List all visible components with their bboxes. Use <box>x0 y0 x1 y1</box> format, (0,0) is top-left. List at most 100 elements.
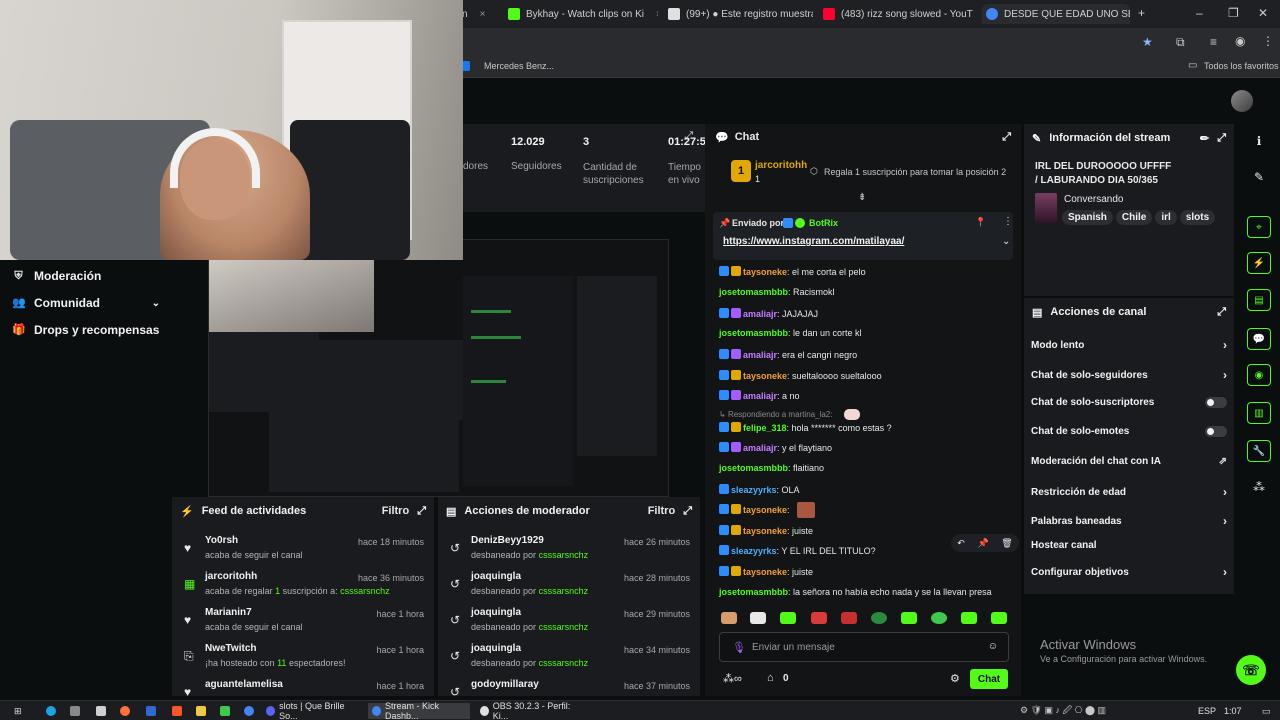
pencil-icon[interactable]: ✎ <box>1247 166 1271 188</box>
category-thumbnail[interactable] <box>1035 193 1057 223</box>
chat-username[interactable]: amaliajr <box>743 443 777 453</box>
broadcast-icon[interactable]: ◉ <box>1247 364 1271 386</box>
wrench-icon[interactable]: 🔧 <box>1247 440 1271 462</box>
username[interactable]: joaquingla <box>471 643 521 654</box>
list-item[interactable]: ♥ Yo0rsh acaba de seguir el canal hace 1… <box>172 535 434 571</box>
pin-icon[interactable]: 📍 <box>975 217 986 228</box>
restore-icon[interactable]: ❐ <box>1228 6 1239 20</box>
target-icon[interactable]: ⌖ <box>1247 216 1271 238</box>
list-item[interactable]: ♥ Marianin7 acaba de seguir el canal hac… <box>172 607 434 643</box>
chat-username[interactable]: sleazyyrks <box>731 546 777 556</box>
list-item[interactable]: ↺ joaquingla desbaneado por csssarsnchz … <box>438 643 700 679</box>
chat-message[interactable]: felipe_318: hola ******* como estas ? <box>719 422 892 433</box>
chat-message[interactable]: josetomasmbbb: flaitiano <box>719 463 824 473</box>
chat-username[interactable]: amaliajr <box>743 350 777 360</box>
media-icon[interactable]: ≡ <box>1210 35 1217 49</box>
chat-username[interactable]: taysoneke <box>743 267 787 277</box>
app-icon[interactable] <box>142 703 160 719</box>
chat-send-button[interactable]: Chat <box>970 669 1008 689</box>
moderator[interactable]: csssarsnchz <box>539 550 589 560</box>
list-item[interactable]: ⎘ NweTwitch ¡ha hosteado con 11 espectad… <box>172 643 434 679</box>
tag[interactable]: Chile <box>1115 210 1153 225</box>
delete-icon[interactable]: 🗑 <box>1001 538 1012 549</box>
chat-username[interactable]: felipe_318 <box>743 423 787 433</box>
host-channel-row[interactable]: Hostear canal <box>1031 540 1227 551</box>
document-icon[interactable]: ▤ <box>1247 289 1271 311</box>
help-button[interactable]: ☏ <box>1236 655 1266 685</box>
emote-icon[interactable] <box>721 612 737 624</box>
emote-icon[interactable] <box>931 612 947 624</box>
chat-icon[interactable]: 💬 <box>1247 328 1271 350</box>
emotes-only-toggle[interactable] <box>1205 426 1227 437</box>
list-item[interactable]: ↺ DenizBeyy1929 desbaneado por csssarsnc… <box>438 535 700 571</box>
browser-tab-active[interactable]: DESDE QUE EDAD UNO SE PU × <box>982 4 1130 24</box>
username[interactable]: joaquingla <box>471 607 521 618</box>
subscribers-only-toggle[interactable] <box>1205 397 1227 408</box>
emote-icon[interactable] <box>991 612 1007 624</box>
bolt-icon[interactable]: ⚡ <box>1247 252 1271 274</box>
chat-message[interactable]: taysoneke: sueltaloooo sueltalooo <box>719 370 882 381</box>
sidebar-item-drops[interactable]: 🎁 Drops y recompensas <box>12 323 159 337</box>
bookmark-item[interactable]: Mercedes Benz... <box>484 61 554 71</box>
followers-only-row[interactable]: Chat de solo-seguidores › <box>1031 368 1227 382</box>
browser-tab[interactable]: (99+) ● Este registro muestra × <box>668 4 813 24</box>
chat-username[interactable]: taysoneke <box>743 526 787 536</box>
top-gifter-name[interactable]: jarcoritohh <box>755 160 807 171</box>
username[interactable]: joaquingla <box>471 571 521 582</box>
username[interactable]: Marianin7 <box>205 607 252 618</box>
chat-message[interactable]: sleazyyrks: Y EL IRL DEL TITULO? <box>719 545 876 556</box>
goals-row[interactable]: Configurar objetivos › <box>1031 565 1227 579</box>
banned-words-row[interactable]: Palabras baneadas › <box>1031 514 1227 528</box>
close-icon[interactable]: × <box>656 9 658 20</box>
pinned-user[interactable]: BotRix <box>809 218 838 228</box>
firefox-icon[interactable] <box>116 703 134 719</box>
chat-message[interactable]: amaliajr: era el cangri negro <box>719 349 857 360</box>
app-icon[interactable] <box>216 703 234 719</box>
username[interactable]: DenizBeyy1929 <box>471 535 544 546</box>
new-tab-icon[interactable]: + <box>1138 6 1145 20</box>
list-item[interactable]: ▦ jarcoritohh acaba de regalar 1 suscrip… <box>172 571 434 607</box>
moderator[interactable]: csssarsnchz <box>539 586 589 596</box>
category-name[interactable]: Conversando <box>1064 194 1123 205</box>
server-icon[interactable]: ▥ <box>1247 402 1271 424</box>
edge-icon[interactable] <box>42 703 60 719</box>
users-icon[interactable]: ⁂∞ <box>723 672 742 685</box>
chat-input[interactable]: 🎙 Enviar un mensaje ☺ <box>719 632 1009 662</box>
chat-username[interactable]: josetomasmbbb <box>719 463 788 473</box>
emoji-icon[interactable]: ☺ <box>988 641 998 652</box>
list-item[interactable]: ↺ joaquingla desbaneado por csssarsnchz … <box>438 607 700 643</box>
chat-username[interactable]: amaliajr <box>743 309 777 319</box>
folder-icon[interactable] <box>192 703 210 719</box>
moderator[interactable]: csssarsnchz <box>539 622 589 632</box>
pinned-link[interactable]: https://www.instagram.com/matilayaa/ <box>723 236 904 247</box>
pin-icon[interactable]: 📌 <box>977 538 988 549</box>
slow-mode-row[interactable]: Modo lento › <box>1031 338 1227 352</box>
bookmark-all[interactable]: Todos los favoritos <box>1204 61 1279 71</box>
taskbar-app[interactable]: OBS 30.2.3 - Perfil: Ki... <box>476 701 580 720</box>
browser-tab[interactable]: (483) rizz song slowed - YouTu × <box>823 4 973 24</box>
reply-icon[interactable]: ↶ <box>957 538 965 549</box>
username[interactable]: NweTwitch <box>205 643 256 654</box>
minimize-icon[interactable]: – <box>1196 6 1203 20</box>
ai-moderation-row[interactable]: Moderación del chat con IA ⇗ <box>1031 456 1227 467</box>
app-icon[interactable] <box>92 703 110 719</box>
chat-message[interactable]: taysoneke: el me corta el pelo <box>719 266 866 277</box>
close-icon[interactable]: × <box>480 9 486 20</box>
expand-icon[interactable]: ⤢ <box>1217 306 1226 319</box>
chat-username[interactable]: taysoneke <box>743 371 787 381</box>
clock[interactable]: 1:07 <box>1220 703 1246 719</box>
emote-icon[interactable] <box>871 612 887 624</box>
username[interactable]: aguantelamelisa <box>205 679 283 690</box>
chat-message[interactable]: josetomasmbbb: Racismokl <box>719 287 835 297</box>
chat-message[interactable]: amaliajr: y el flaytiano <box>719 442 832 453</box>
sidebar-item-comunidad[interactable]: 👥 Comunidad ⌄ <box>12 296 160 310</box>
chat-message[interactable]: taysoneke: juiste <box>719 566 813 577</box>
star-icon[interactable]: ★ <box>1142 35 1153 49</box>
store-icon[interactable]: ⌂ <box>767 672 774 684</box>
language-indicator[interactable]: ESP <box>1194 703 1220 719</box>
start-icon[interactable]: ⊞ <box>10 703 26 719</box>
sidebar-item-moderacion[interactable]: ⛨ Moderación <box>12 269 101 283</box>
emote-icon[interactable] <box>901 612 917 624</box>
chat-username[interactable]: josetomasmbbb <box>719 587 788 597</box>
menu-icon[interactable]: ⋮ <box>1262 34 1274 48</box>
